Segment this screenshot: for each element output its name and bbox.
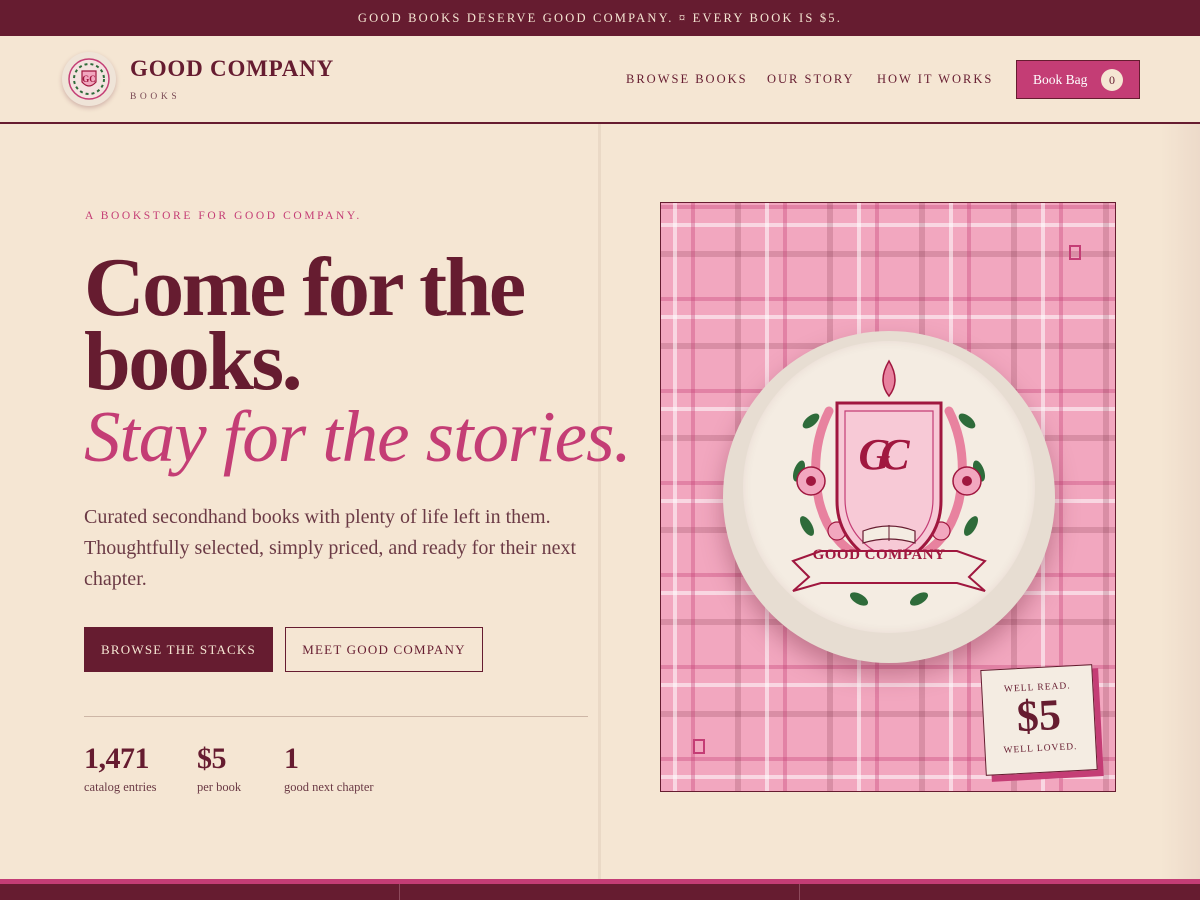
footer-strip — [0, 879, 1200, 900]
book-bag-button[interactable]: Book Bag 0 — [1016, 60, 1140, 99]
stat-label-price: per book — [197, 780, 242, 794]
crest-seal: GC GOOD COMPANY — [723, 331, 1055, 663]
stat-value-price: $5 — [197, 742, 227, 775]
hero-eyebrow: A BOOKSTORE FOR GOOD COMPANY. — [85, 210, 362, 222]
hero-subtitle: Stay for the stories. — [84, 396, 632, 477]
logo-badge-icon[interactable]: GC — [62, 52, 116, 106]
brand-subtitle: BOOKS — [130, 92, 181, 102]
crest-monogram: GC — [858, 430, 909, 479]
crest-ribbon-text: GOOD COMPANY — [812, 547, 946, 563]
stat-label-chapter: good next chapter — [284, 780, 374, 794]
hero-plaid-artwork: GC GOOD COMPANY WELL READ. $5 WELL LOVED… — [660, 202, 1116, 792]
hero-title-line2: books. — [84, 315, 303, 408]
hero-description: Curated secondhand books with plenty of … — [84, 506, 577, 590]
announcement-text: GOOD BOOKS DESERVE GOOD COMPANY. ¤ EVERY… — [357, 10, 843, 25]
logo-monogram: GC — [82, 74, 96, 84]
crest-seal-face: GC GOOD COMPANY — [743, 341, 1035, 633]
crest-emblem-icon — [791, 359, 987, 606]
stat-label-catalog: catalog entries — [84, 780, 157, 794]
footer-separator — [799, 884, 800, 900]
missing-glyph-icon — [693, 739, 705, 754]
browse-stacks-button[interactable]: BROWSE THE STACKS — [84, 627, 273, 672]
footer-separator — [399, 884, 400, 900]
book-bag-count-badge: 0 — [1101, 69, 1123, 91]
price-card-price: $5 — [1015, 689, 1063, 742]
nav-how-it-works[interactable]: HOW IT WORKS — [877, 72, 993, 87]
nav-our-story[interactable]: OUR STORY — [767, 72, 855, 87]
site-header: GC GOOD COMPANY BOOKS BROWSE BOOKS OUR S… — [0, 36, 1200, 124]
page-edge-shadow — [1160, 124, 1200, 879]
stat-value-chapter: 1 — [284, 742, 299, 775]
price-card: WELL READ. $5 WELL LOVED. — [980, 664, 1098, 776]
nav-browse-books[interactable]: BROWSE BOOKS — [626, 72, 748, 87]
price-card-bottom: WELL LOVED. — [1003, 742, 1078, 756]
book-bag-label: Book Bag — [1033, 71, 1088, 87]
announcement-bar: GOOD BOOKS DESERVE GOOD COMPANY. ¤ EVERY… — [0, 0, 1200, 36]
stats-divider — [84, 716, 588, 717]
stat-value-catalog: 1,471 — [84, 742, 150, 775]
section-divider — [598, 124, 601, 879]
missing-glyph-icon — [1069, 245, 1081, 260]
meet-good-company-button[interactable]: MEET GOOD COMPANY — [285, 627, 483, 672]
brand-name[interactable]: GOOD COMPANY — [130, 56, 334, 82]
